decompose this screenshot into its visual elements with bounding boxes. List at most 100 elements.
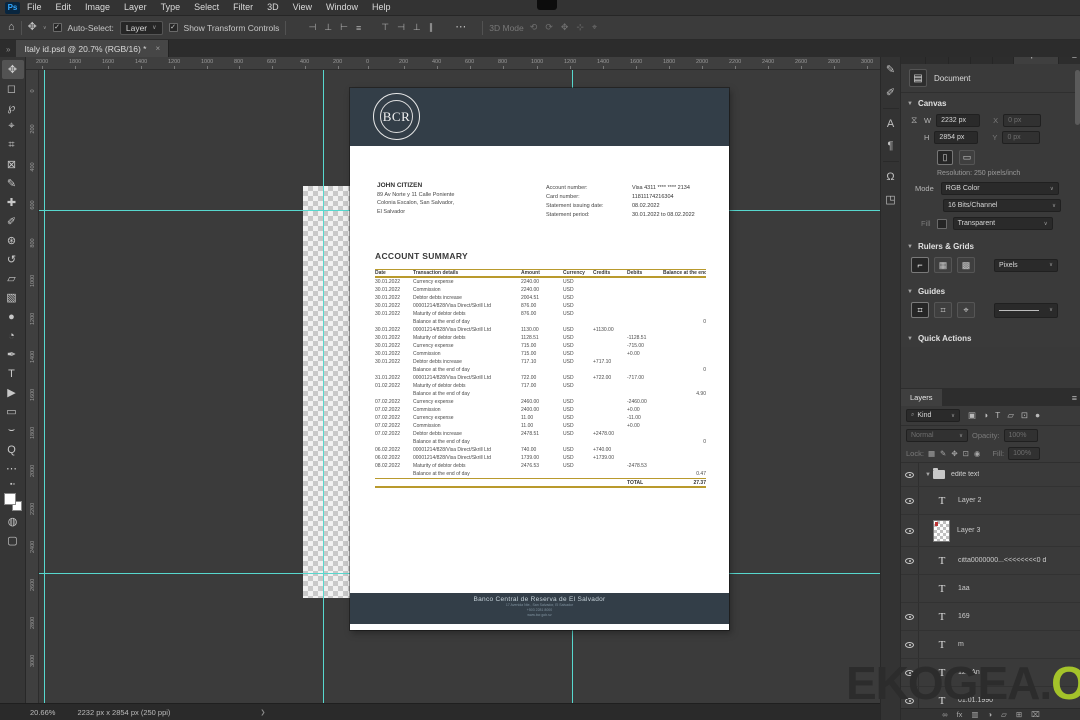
- menu-item-3d[interactable]: 3D: [260, 0, 286, 15]
- guide-vertical-2[interactable]: [323, 70, 324, 703]
- filter-smart-objects-icon[interactable]: ⊡: [1021, 410, 1028, 421]
- layer-row[interactable]: Tcitta0000000...<<<<<<<<0 d: [901, 547, 1080, 575]
- opacity-field[interactable]: 100%: [1003, 429, 1038, 442]
- path-selection-tool[interactable]: ▶: [2, 383, 22, 402]
- lock-transparency-icon[interactable]: ▦: [928, 449, 935, 458]
- healing-brush-tool[interactable]: ✚: [2, 193, 22, 212]
- horizontal-ruler[interactable]: 2000 1800 1600 1400 1200 1000 800 600 400 200 0 200…: [26, 57, 880, 70]
- pen-tool[interactable]: ✒: [2, 345, 22, 364]
- blend-mode-dropdown[interactable]: Normal ∨: [906, 429, 968, 442]
- edit-toolbar[interactable]: ⋯: [2, 459, 22, 478]
- layer-visibility-toggle[interactable]: [901, 631, 919, 658]
- clone-stamp-tool[interactable]: ⊛: [2, 231, 22, 250]
- brushes-icon[interactable]: ✐: [886, 86, 895, 99]
- y-field[interactable]: 0 px: [1002, 131, 1041, 144]
- adjustment-layer-icon[interactable]: ◑: [988, 711, 993, 719]
- pixel-grid-toggle-icon[interactable]: ▩: [957, 257, 975, 273]
- blur-tool[interactable]: ●: [2, 307, 22, 326]
- default-colors-icon[interactable]: ▪▫: [3, 478, 23, 490]
- layer-visibility-toggle[interactable]: [901, 487, 919, 514]
- guides-section-header[interactable]: ▼ Guides: [901, 281, 1080, 300]
- layer-visibility-toggle[interactable]: [901, 603, 919, 630]
- move-tool[interactable]: ✥: [1, 60, 24, 79]
- menu-item-layer[interactable]: Layer: [117, 0, 154, 15]
- history-brush-tool[interactable]: ↺: [2, 250, 22, 269]
- gradient-tool[interactable]: ▧: [2, 288, 22, 307]
- width-field[interactable]: 2232 px: [936, 114, 981, 127]
- clear-guides-icon[interactable]: ⌖: [957, 302, 975, 318]
- layer-visibility-toggle[interactable]: [901, 547, 919, 574]
- lock-position-icon[interactable]: ✥: [951, 449, 957, 458]
- grid-toggle-icon[interactable]: ▦: [934, 257, 952, 273]
- photoshop-logo-icon[interactable]: Ps: [5, 1, 20, 14]
- home-icon[interactable]: ⌂: [8, 22, 15, 33]
- distribute-v-icon[interactable]: ∥: [429, 22, 434, 33]
- zoom-level-field[interactable]: 20.66%: [30, 708, 55, 717]
- frame-tool[interactable]: ⊠: [2, 155, 22, 174]
- brush-settings-icon[interactable]: ✎: [886, 63, 895, 76]
- object-selection-tool[interactable]: ⌖: [2, 117, 22, 136]
- filter-on-icon[interactable]: ●: [1035, 410, 1040, 421]
- guide-vertical-1[interactable]: [44, 70, 45, 703]
- canvas-area[interactable]: BCR JOHN CITIZEN 89 Av Norte y 11 Calle …: [39, 70, 880, 703]
- quick-mask-icon[interactable]: ◍: [3, 512, 23, 531]
- zoom-tool[interactable]: Q: [2, 440, 22, 459]
- rectangle-tool[interactable]: ▭: [2, 402, 22, 421]
- marquee-tool[interactable]: ◻: [2, 79, 22, 98]
- foreground-color-swatch[interactable]: [3, 493, 16, 505]
- align-right-icon[interactable]: ⊢: [340, 22, 348, 33]
- layer-row[interactable]: Layer 3: [901, 515, 1080, 547]
- layer-visibility-toggle[interactable]: [901, 463, 919, 486]
- delete-layer-icon[interactable]: ⌧: [1031, 711, 1040, 719]
- panel-menu-icon[interactable]: ≡: [1072, 390, 1077, 406]
- x-field[interactable]: 0 px: [1003, 114, 1042, 127]
- layer-effects-icon[interactable]: fx: [957, 711, 963, 719]
- height-field[interactable]: 2854 px: [934, 131, 979, 144]
- tab-overflow-icon[interactable]: »: [6, 45, 10, 54]
- more-options-icon[interactable]: ⋯: [455, 22, 466, 33]
- menu-item-help[interactable]: Help: [365, 0, 398, 15]
- lock-artboard-icon[interactable]: ⊡: [963, 449, 969, 458]
- glyphs-panel-icon[interactable]: Ω: [886, 171, 894, 183]
- filter-pixel-layers-icon[interactable]: ▣: [968, 410, 976, 421]
- layer-row[interactable]: T Layer 2: [901, 487, 1080, 515]
- auto-select-checkbox[interactable]: ✓: [52, 23, 62, 32]
- lasso-tool[interactable]: ℘: [2, 98, 22, 117]
- menu-item-edit[interactable]: Edit: [49, 0, 79, 15]
- menu-item-select[interactable]: Select: [187, 0, 226, 15]
- filter-type-layers-icon[interactable]: T: [995, 410, 1000, 421]
- quick-actions-section-header[interactable]: ▼ Quick Actions: [901, 328, 1080, 347]
- layer-row[interactable]: T 1aa: [901, 575, 1080, 603]
- screen-mode-icon[interactable]: ▢: [3, 531, 23, 550]
- new-layer-icon[interactable]: ⊞: [1016, 711, 1022, 719]
- paragraph-panel-icon[interactable]: ¶: [888, 140, 894, 152]
- menu-item-image[interactable]: Image: [78, 0, 117, 15]
- guide-style-dropdown[interactable]: ∨: [994, 302, 1058, 318]
- menu-item-window[interactable]: Window: [319, 0, 365, 15]
- bit-depth-dropdown[interactable]: 16 Bits/Channel ∨: [943, 199, 1061, 212]
- layer-row[interactable]: Tm: [901, 631, 1080, 659]
- panel-scrollbar[interactable]: [1075, 70, 1080, 125]
- auto-select-target-dropdown[interactable]: Layer ∨: [119, 20, 163, 35]
- landscape-orientation-button[interactable]: ▭: [959, 150, 975, 165]
- rulers-grids-section-header[interactable]: ▼ Rulers & Grids: [901, 236, 1080, 255]
- move-tool-icon[interactable]: ✥: [28, 22, 37, 33]
- align-top-icon[interactable]: ⊤: [381, 22, 389, 33]
- filter-adjustment-layers-icon[interactable]: ◑: [983, 410, 988, 421]
- distribute-h-icon[interactable]: ≡: [356, 23, 361, 33]
- color-swatches[interactable]: [3, 492, 23, 512]
- layers-tab[interactable]: Layers: [901, 389, 942, 406]
- align-bottom-icon[interactable]: ⊥: [413, 22, 421, 33]
- layer-filter-dropdown[interactable]: ⌕ Kind ∨: [906, 409, 960, 422]
- align-middle-icon[interactable]: ⊣: [397, 22, 405, 33]
- portrait-orientation-button[interactable]: ▯: [937, 150, 953, 165]
- menu-item-view[interactable]: View: [286, 0, 319, 15]
- menu-item-type[interactable]: Type: [154, 0, 188, 15]
- color-mode-dropdown[interactable]: RGB Color ∨: [940, 182, 1059, 195]
- chevron-down-icon[interactable]: ∨: [43, 25, 47, 31]
- link-dimensions-icon[interactable]: ⧖: [911, 115, 919, 126]
- document-tab[interactable]: Italy id.psd @ 20.7% (RGB/16) * ×: [16, 40, 170, 57]
- link-layers-icon[interactable]: ∞: [942, 711, 947, 719]
- status-options-icon[interactable]: ❯: [260, 709, 265, 716]
- layer-group-icon[interactable]: ▱: [1001, 711, 1007, 719]
